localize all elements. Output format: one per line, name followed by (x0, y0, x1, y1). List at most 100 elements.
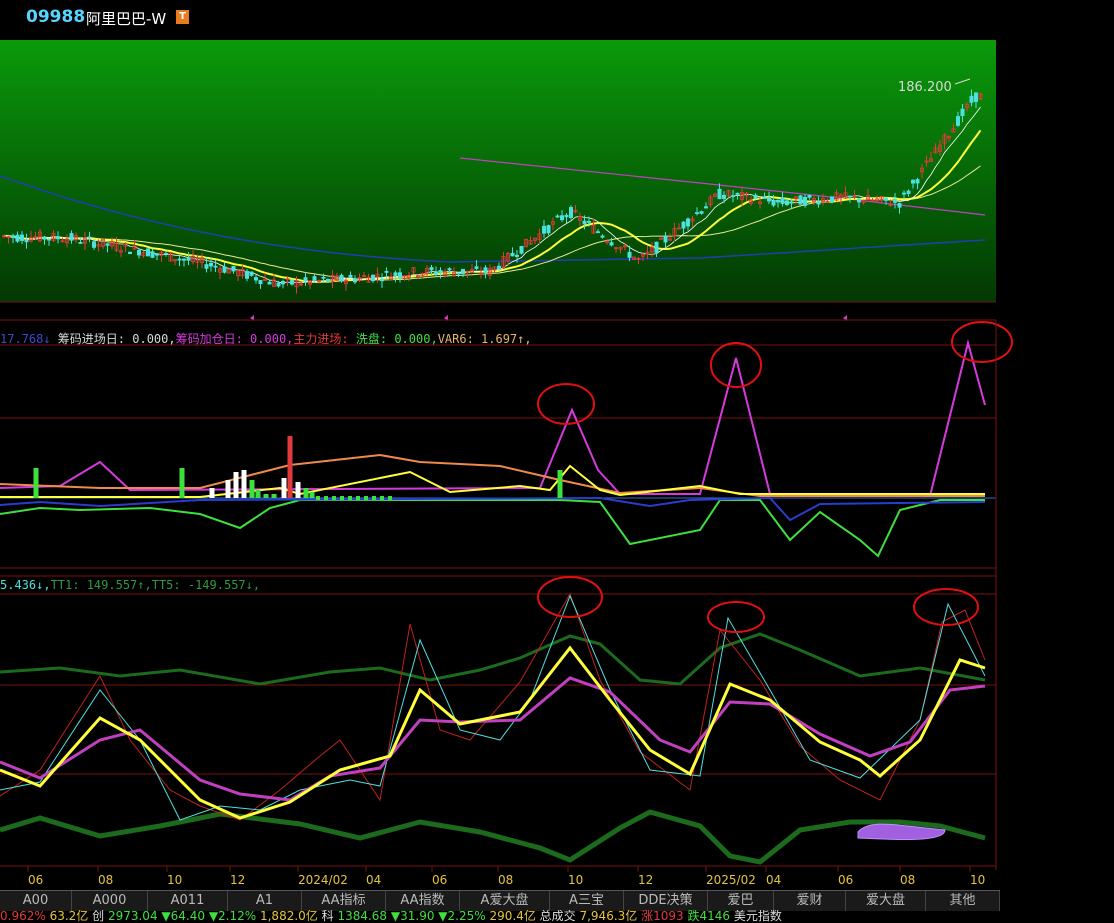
candle-body (731, 195, 736, 198)
candle-body (447, 268, 452, 271)
indicator-bar (340, 496, 344, 500)
candle-body (276, 282, 281, 287)
candle-body (546, 225, 551, 234)
indicator-bar (356, 496, 360, 500)
candle-body (753, 194, 758, 199)
indicator-tab[interactable]: 爱巴 (708, 891, 774, 911)
legend-item: VAR6: 1.697↑, (437, 332, 532, 346)
candle-body (78, 242, 83, 244)
candle-body (10, 235, 15, 238)
indicator-tab[interactable]: AA指标 (302, 891, 386, 911)
indicator-tab[interactable]: A00 (0, 891, 72, 911)
candle-body (686, 218, 691, 227)
candle-body (519, 245, 524, 254)
status-item: 7,946.3亿 (579, 910, 642, 923)
date-label: 08 (900, 873, 916, 887)
candle-body (456, 272, 461, 275)
candle-body (695, 212, 700, 215)
candle-body (776, 199, 781, 203)
candle-body (542, 225, 547, 234)
indicator-bar (348, 496, 352, 500)
date-label: 06 (432, 873, 448, 887)
candle-body (915, 179, 920, 184)
date-label: 06 (838, 873, 854, 887)
candle-body (127, 251, 132, 255)
highlight-circle (707, 601, 765, 633)
legend-item: 5.436↓, (0, 578, 51, 592)
date-label: 08 (98, 873, 114, 887)
candle-body (893, 199, 898, 203)
candle-body (87, 236, 92, 239)
candle-body (897, 202, 902, 208)
highlight-circle (710, 342, 762, 388)
candle-body (911, 179, 916, 184)
candle-body (722, 194, 727, 199)
candle-body (249, 271, 254, 276)
indicator-tab[interactable]: A011 (148, 891, 228, 911)
indicator-tab[interactable]: AA指数 (386, 891, 460, 911)
status-item: ▼31.90 (390, 910, 439, 923)
candle-body (244, 270, 249, 279)
indicator-tab[interactable]: A三宝 (550, 891, 624, 911)
main-panel-background (0, 40, 996, 302)
stock-chart-svg: 186.200 (0, 40, 1013, 872)
candle-body (321, 276, 326, 279)
indicator-panel-1 (0, 319, 1013, 569)
candle-body (515, 254, 520, 257)
indicator-bar (557, 470, 563, 498)
indicator-tab[interactable]: A000 (72, 891, 148, 911)
candle-body (150, 251, 155, 258)
line-red (0, 592, 986, 821)
legend-item: 筹码进场日: 0.000, (50, 332, 176, 346)
indicator-tab[interactable]: A爱大盘 (460, 891, 550, 911)
candle-body (429, 267, 434, 271)
candle-body (960, 108, 965, 117)
indicator-bar (303, 488, 309, 498)
date-label: 10 (167, 873, 183, 887)
date-label: 10 (568, 873, 584, 887)
line-tt1 (0, 632, 986, 686)
candle-body (906, 190, 911, 194)
candle-body (145, 248, 150, 257)
candle-body (600, 235, 605, 238)
indicator-bar (263, 494, 269, 498)
candle-body (564, 214, 569, 218)
indicator-legend-1: 17.768↓ 筹码进场日: 0.000,筹码加仓日: 0.000,主力进场: … (0, 330, 532, 347)
indicator-bar (388, 496, 392, 500)
status-item: 2973.04 (104, 910, 162, 923)
indicator-bar (255, 490, 261, 498)
status-item: 创 (92, 910, 105, 923)
indicator-tab[interactable]: A1 (228, 891, 302, 911)
candle-body (204, 264, 209, 269)
candle-body (627, 251, 632, 258)
candle-body (771, 200, 776, 206)
candle-body (785, 200, 790, 206)
indicator-bar (281, 478, 287, 498)
line-washout (0, 499, 985, 558)
legend-item: 筹码加仓日: 0.000, (175, 332, 294, 346)
candle-body (560, 215, 565, 221)
candle-body (186, 258, 191, 261)
candle-body (609, 242, 614, 246)
candle-body (92, 241, 97, 248)
candle-body (789, 201, 794, 204)
candle-body (56, 236, 61, 240)
candle-body (213, 265, 218, 268)
legend-item: TT5: -149.557↓, (151, 578, 261, 592)
indicator-tab[interactable]: DDE决策 (624, 891, 708, 911)
candle-body (582, 220, 587, 225)
candle-body (231, 265, 236, 272)
indicator-bar (225, 480, 231, 498)
candle-body (69, 233, 74, 241)
candle-body (699, 211, 704, 214)
candle-body (47, 238, 52, 241)
candle-body (510, 252, 515, 257)
indicator-bar (316, 496, 320, 500)
indicator-tab[interactable]: 爱财 (774, 891, 846, 911)
indicator-bar (233, 472, 239, 498)
indicator-bar (287, 436, 293, 498)
status-item: 290.4亿 (489, 910, 540, 923)
indicator-bar (33, 468, 39, 498)
indicator-tab[interactable]: 其他 (926, 891, 1000, 911)
indicator-tab[interactable]: 爱大盘 (846, 891, 926, 911)
